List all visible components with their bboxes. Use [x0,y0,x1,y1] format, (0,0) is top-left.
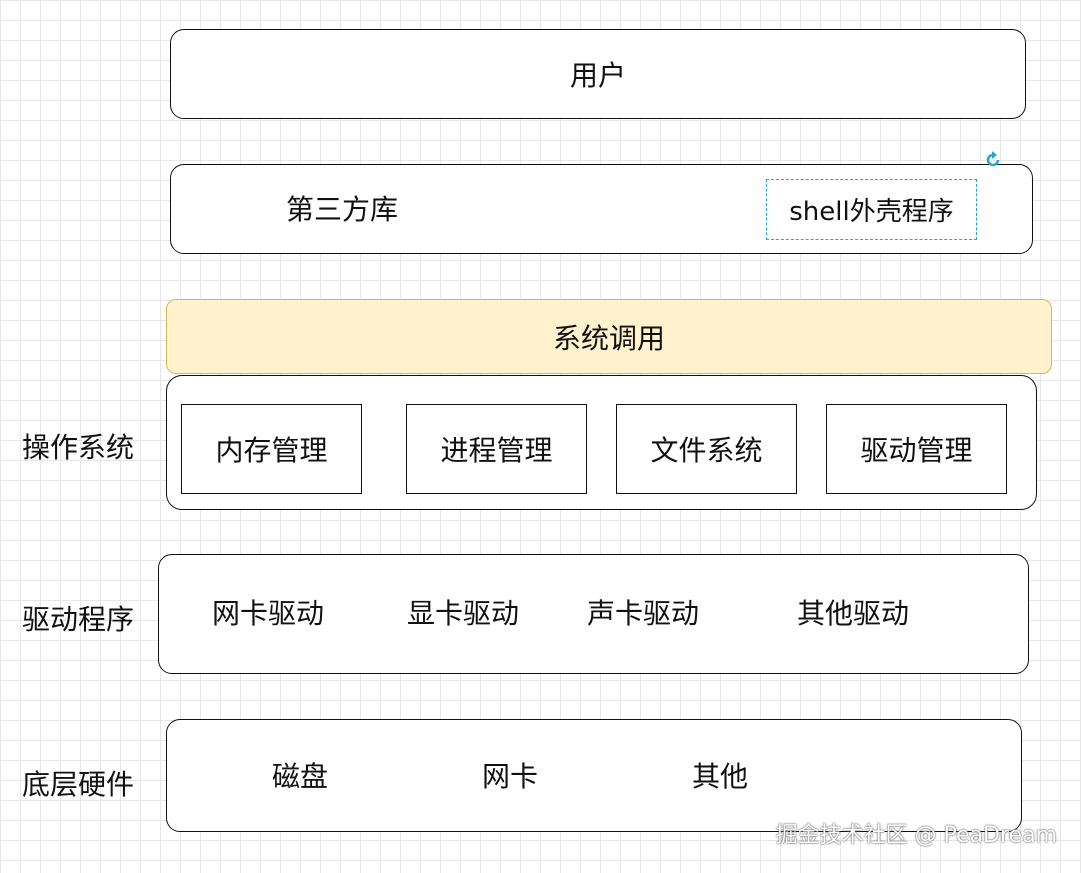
gpu-driver-label: 显卡驱动 [407,597,520,630]
nic-label: 网卡 [482,760,539,793]
drivers-layer[interactable]: 网卡驱动 显卡驱动 声卡驱动 其他驱动 [158,554,1029,674]
memory-management-box[interactable]: 内存管理 [181,404,362,494]
watermark: 掘金技术社区 @ PeaDream [775,823,1057,848]
os-side-label: 操作系统 [22,431,135,464]
user-layer-label: 用户 [569,59,626,92]
os-layer[interactable]: 内存管理 进程管理 文件系统 驱动管理 [166,375,1037,510]
hardware-side-label: 底层硬件 [22,768,135,801]
other-hardware-label: 其他 [692,760,749,793]
shell-program-box[interactable]: shell外壳程序 [766,179,977,240]
driver-management-box[interactable]: 驱动管理 [826,404,1007,494]
libs-layer[interactable]: 第三方库 shell外壳程序 [170,164,1033,254]
rotate-icon[interactable] [983,150,1003,170]
file-system-box[interactable]: 文件系统 [616,404,797,494]
third-party-libs-label: 第三方库 [286,193,399,226]
nic-driver-label: 网卡驱动 [212,597,325,630]
syscall-layer[interactable]: 系统调用 [166,299,1052,374]
user-layer[interactable]: 用户 [170,29,1026,119]
sound-driver-label: 声卡驱动 [587,597,700,630]
hardware-layer[interactable]: 磁盘 网卡 其他 [166,719,1022,832]
syscall-label: 系统调用 [552,321,665,355]
process-management-box[interactable]: 进程管理 [406,404,587,494]
disk-label: 磁盘 [272,760,329,793]
other-driver-label: 其他驱动 [797,597,910,630]
drivers-side-label: 驱动程序 [22,603,135,636]
